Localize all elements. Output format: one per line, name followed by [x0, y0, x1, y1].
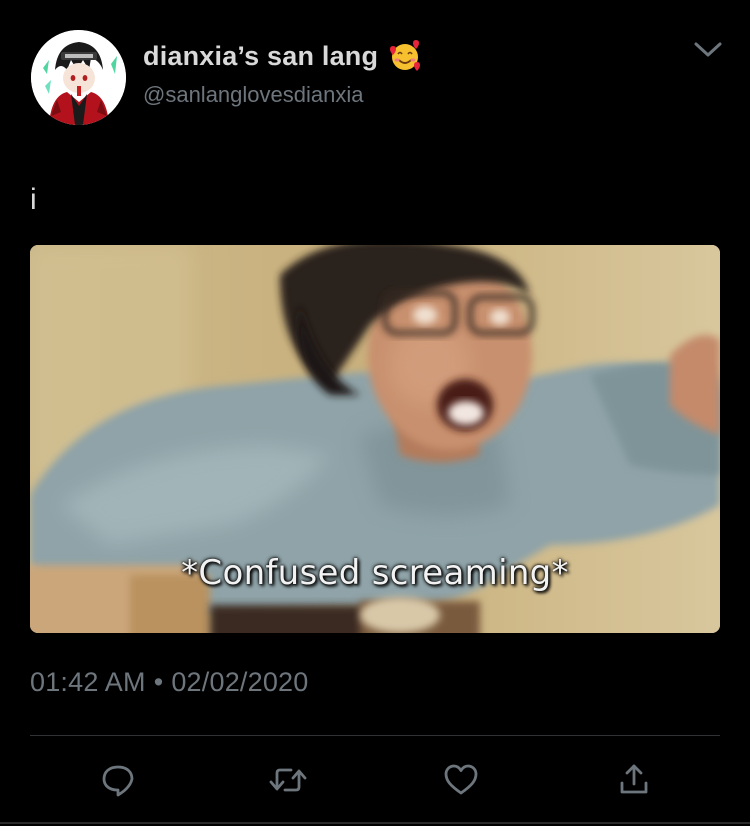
- retweet-icon: [269, 768, 307, 792]
- media-caption: *Confused screaming*: [181, 553, 569, 593]
- avatar[interactable]: [31, 30, 126, 125]
- share-button[interactable]: [612, 758, 656, 802]
- chevron-down-icon[interactable]: [690, 34, 726, 64]
- reply-button[interactable]: [96, 758, 140, 802]
- tweet-media-image[interactable]: *Confused screaming*: [30, 245, 720, 633]
- avatar-image: [31, 30, 126, 125]
- divider: [30, 735, 720, 736]
- user-handle[interactable]: @sanlanglovesdianxia: [143, 82, 422, 108]
- reply-icon: [102, 765, 134, 797]
- display-name[interactable]: dianxia’s san lang: [143, 41, 378, 72]
- tweet-timestamp: 01:42 AM • 02/02/2020: [30, 667, 308, 698]
- heart-icon: [444, 764, 478, 795]
- tweet-text: i: [30, 183, 37, 216]
- user-names: dianxia’s san lang @sanlanglovesdianxia: [143, 38, 422, 108]
- tweet-time[interactable]: 01:42 AM: [30, 667, 146, 697]
- tweet-header: dianxia’s san lang @sanlanglovesdianxia: [31, 30, 726, 128]
- display-name-row: dianxia’s san lang: [143, 38, 422, 74]
- bottom-divider: [0, 822, 750, 824]
- smiling-face-with-hearts-icon: [390, 40, 421, 71]
- like-button[interactable]: [439, 758, 483, 802]
- tweet-date[interactable]: 02/02/2020: [171, 667, 308, 697]
- meta-separator: •: [153, 667, 164, 697]
- retweet-button[interactable]: [266, 758, 310, 802]
- share-icon: [620, 764, 648, 794]
- tweet-actions: [0, 758, 750, 802]
- tweet: dianxia’s san lang @sanlanglovesdianxia …: [0, 0, 750, 826]
